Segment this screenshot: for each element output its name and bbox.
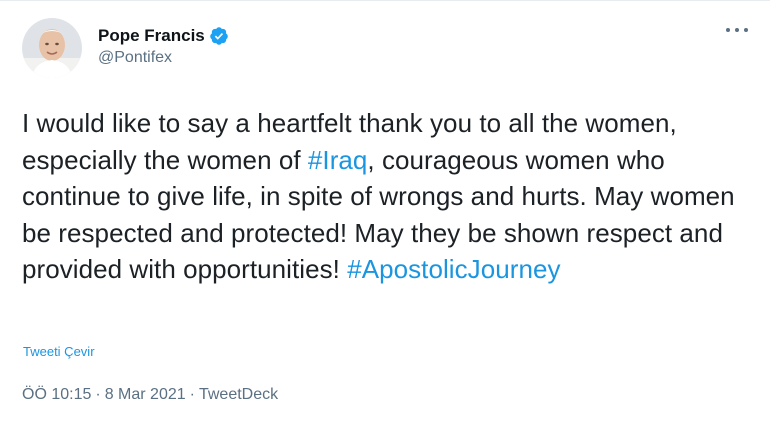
name-row: Pope Francis: [98, 25, 229, 47]
dot: [735, 28, 739, 32]
author-names: Pope Francis @Pontifex: [98, 25, 229, 67]
tweet-source[interactable]: TweetDeck: [199, 386, 278, 404]
separator: ·: [95, 386, 101, 403]
tweet-header: Pope Francis @Pontifex: [22, 18, 229, 80]
tweet-text: I would like to say a heartfelt thank yo…: [22, 105, 752, 288]
dot: [726, 28, 730, 32]
tweet-time[interactable]: ÖÖ 10:15: [22, 386, 91, 404]
dot: [744, 28, 748, 32]
display-name[interactable]: Pope Francis: [98, 26, 205, 46]
handle[interactable]: @Pontifex: [98, 49, 229, 67]
person-portrait-avatar-icon: [22, 18, 82, 78]
translate-tweet-link[interactable]: Tweeti Çevir: [23, 344, 95, 359]
tweet-metadata: ÖÖ 10:15 · 8 Mar 2021 · TweetDeck: [22, 386, 278, 404]
separator: ·: [189, 386, 195, 403]
avatar[interactable]: [22, 18, 82, 78]
tweet-card: Pope Francis @Pontifex I would like to s…: [0, 0, 770, 421]
tweet-date[interactable]: 8 Mar 2021: [105, 386, 186, 404]
more-horizontal-icon[interactable]: [726, 25, 748, 35]
hashtag-link-apostolicjourney[interactable]: #ApostolicJourney: [347, 254, 560, 284]
verified-badge-icon: [209, 26, 229, 46]
hashtag-link-iraq[interactable]: #Iraq: [308, 145, 368, 175]
